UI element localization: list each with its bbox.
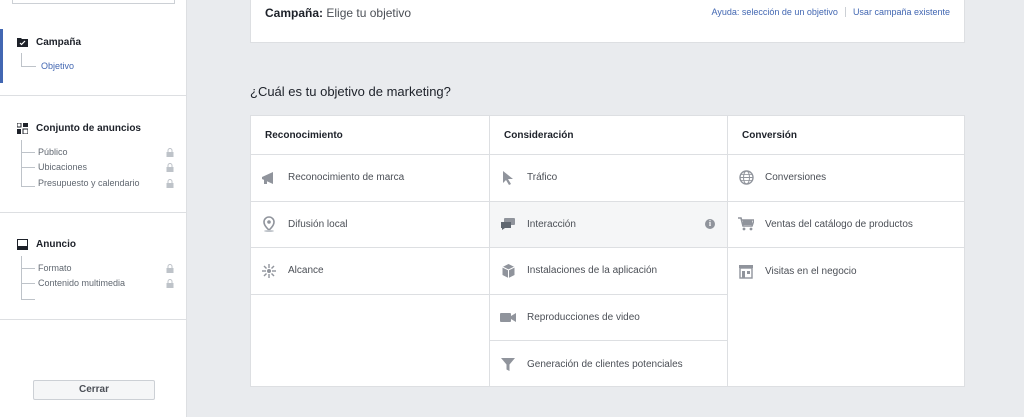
grid-icon: [16, 122, 28, 134]
sidebar-section-adset[interactable]: Conjunto de anuncios: [16, 122, 141, 134]
objective-traffic[interactable]: Tráfico: [490, 155, 727, 202]
link-divider: [844, 7, 846, 17]
objective-label: Instalaciones de la aplicación: [527, 265, 658, 277]
objective-label: Alcance: [288, 265, 324, 277]
header-card: Campaña: Elige tu objetivo Ayuda: selecc…: [250, 0, 965, 43]
objective-lead-generation[interactable]: Generación de clientes potenciales: [490, 341, 727, 388]
megaphone-icon: [261, 170, 277, 186]
storefront-icon: [738, 263, 754, 279]
info-icon[interactable]: i: [705, 218, 715, 229]
lock-icon: [166, 163, 174, 172]
lock-icon: [166, 279, 174, 288]
objective-grid: Reconocimiento Reconocimiento de marca D…: [250, 115, 965, 387]
sidebar-item-objetivo[interactable]: Objetivo: [41, 61, 74, 71]
objective-label: Generación de clientes potenciales: [527, 358, 683, 370]
objective-label: Ventas del catálogo de productos: [765, 218, 913, 230]
video-camera-icon: [500, 309, 516, 325]
sidebar-section-label: Conjunto de anuncios: [36, 122, 141, 134]
objective-video-views[interactable]: Reproducciones de video: [490, 295, 727, 341]
active-section-indicator: [0, 29, 3, 83]
location-pin-icon: [261, 216, 277, 233]
shopping-cart-icon: [738, 216, 754, 232]
objective-catalog-sales[interactable]: Ventas del catálogo de productos: [728, 202, 964, 248]
globe-icon: [738, 170, 754, 186]
page-title: Campaña: Elige tu objetivo: [265, 6, 411, 20]
sidebar-section-ad[interactable]: Anuncio: [16, 238, 76, 250]
chat-bubbles-icon: [500, 216, 516, 232]
objective-conversions[interactable]: Conversiones: [728, 155, 964, 202]
objective-reach[interactable]: Alcance: [251, 248, 489, 295]
objective-local-awareness[interactable]: Difusión local: [251, 202, 489, 248]
column-title: Conversión: [728, 116, 964, 155]
sidebar: Campaña Objetivo Conjunto de anuncios Pú…: [0, 0, 187, 417]
sidebar-section-campaign[interactable]: Campaña: [16, 36, 81, 48]
cursor-icon: [500, 170, 516, 186]
objective-engagement[interactable]: Interacción i: [490, 201, 727, 248]
header-links: Ayuda: selección de un objetivo Usar cam…: [712, 7, 950, 17]
use-existing-campaign-link[interactable]: Usar campaña existente: [853, 7, 950, 17]
lock-icon: [166, 264, 174, 273]
objective-app-installs[interactable]: Instalaciones de la aplicación: [490, 248, 727, 295]
objective-label: Difusión local: [288, 218, 348, 230]
ad-window-icon: [16, 238, 28, 250]
column-conversion: Conversión Conversiones Ventas del catál…: [727, 116, 964, 386]
objective-label: Conversiones: [765, 172, 827, 184]
sidebar-top-box: [12, 0, 175, 4]
funnel-icon: [500, 356, 516, 372]
objective-label: Tráfico: [527, 172, 558, 184]
objective-label: Reconocimiento de marca: [288, 172, 405, 184]
column-reconocimiento: Reconocimiento Reconocimiento de marca D…: [251, 116, 489, 386]
page-title-prefix: Campaña:: [265, 6, 324, 20]
reach-burst-icon: [261, 263, 277, 279]
objective-label: Reproducciones de video: [527, 311, 640, 323]
sidebar-item-contenido[interactable]: Contenido multimedia: [38, 278, 125, 288]
objective-store-visits[interactable]: Visitas en el negocio: [728, 248, 964, 295]
column-consideracion: Consideración Tráfico Interacción i Inst…: [489, 116, 727, 386]
sidebar-item-publico[interactable]: Público: [38, 147, 68, 157]
objective-label: Visitas en el negocio: [765, 265, 857, 277]
lock-icon: [166, 148, 174, 157]
objective-brand-awareness[interactable]: Reconocimiento de marca: [251, 155, 489, 202]
help-link[interactable]: Ayuda: selección de un objetivo: [712, 7, 838, 17]
sidebar-item-formato[interactable]: Formato: [38, 263, 72, 273]
folder-check-icon: [16, 36, 28, 48]
objective-label: Interacción: [527, 218, 576, 230]
lock-icon: [166, 179, 174, 188]
cube-icon: [500, 263, 516, 279]
sidebar-item-ubicaciones[interactable]: Ubicaciones: [38, 162, 87, 172]
column-title: Consideración: [490, 116, 727, 155]
close-button[interactable]: Cerrar: [33, 380, 155, 400]
sidebar-item-presupuesto[interactable]: Presupuesto y calendario: [38, 178, 140, 188]
sidebar-section-label: Anuncio: [36, 238, 76, 250]
marketing-objective-question: ¿Cuál es tu objetivo de marketing?: [250, 84, 451, 99]
page-title-text: Elige tu objetivo: [326, 6, 412, 20]
sidebar-section-label: Campaña: [36, 36, 82, 48]
column-title: Reconocimiento: [251, 116, 489, 155]
